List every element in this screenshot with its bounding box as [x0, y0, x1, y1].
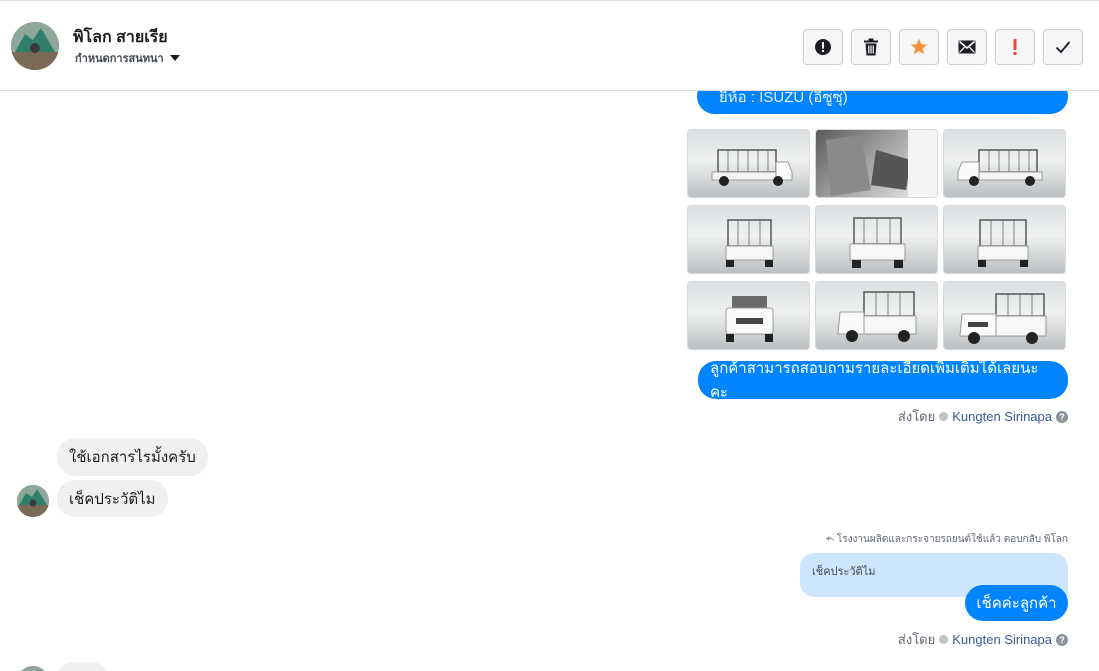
caret-down-icon — [169, 55, 180, 61]
contact-avatar[interactable] — [11, 22, 59, 70]
photo-thumbnail[interactable] — [943, 205, 1066, 274]
truck-side-photo-icon — [957, 149, 1043, 186]
sent-by-label: ส่งโดย — [897, 409, 936, 424]
message-thread[interactable]: ยี่ห้อ : ISUZU (อีซูซุ) ลูกค้าสามารถสอบถ… — [0, 91, 1099, 671]
message-text: เช็คประวัติไม — [69, 490, 156, 508]
truck-front-quarter-photo-icon — [959, 293, 1047, 344]
photo-thumbnail[interactable] — [687, 129, 810, 198]
star-icon — [910, 38, 928, 55]
help-icon[interactable]: ? — [1056, 633, 1068, 646]
avatar-photo-icon — [11, 22, 59, 70]
photo-thumbnail[interactable] — [815, 129, 938, 198]
message-text: ใช้เอกสารไรมั้งครับ — [69, 449, 196, 466]
message-bubble-incoming[interactable] — [57, 662, 107, 671]
agent-status-icon — [939, 635, 949, 644]
avatar-photo-icon — [17, 485, 49, 517]
reply-arrow-icon — [825, 535, 834, 543]
contact-name[interactable]: พิโลก สายเรีย — [73, 25, 168, 50]
truck-rear-photo-icon — [849, 217, 906, 268]
message-text: ยี่ห้อ : ISUZU (อีซูซุ) — [719, 91, 848, 106]
reply-context-text: โรงงานผลิตและกระจายรถยนต์ใช้แล้ว ตอบกลับ… — [836, 534, 1068, 545]
agent-status-icon — [939, 412, 949, 421]
help-icon[interactable]: ? — [1056, 410, 1068, 423]
delete-button[interactable] — [851, 29, 891, 65]
truck-rear-photo-icon — [977, 219, 1029, 267]
message-bubble-incoming[interactable]: เช็คประวัติไม — [57, 480, 168, 517]
message-bubble-outgoing[interactable]: ยี่ห้อ : ISUZU (อีซูซุ) — [697, 91, 1068, 114]
check-icon — [1055, 41, 1071, 54]
photo-thumbnail[interactable] — [943, 129, 1066, 198]
trash-icon — [864, 38, 878, 56]
quoted-text: เช็คประวัติไม — [812, 566, 876, 578]
truck-rear-photo-icon — [725, 219, 774, 267]
mark-unread-button[interactable] — [947, 29, 987, 65]
truck-side-photo-icon — [711, 149, 793, 186]
mark-spam-button[interactable] — [803, 29, 843, 65]
truck-front-photo-icon — [725, 296, 774, 342]
sent-by-info: ส่งโดย Kungten Sirinapa ? — [898, 629, 1068, 650]
truck-front-quarter-photo-icon — [837, 291, 917, 342]
conversation-settings-label: กำหนดการสนทนา — [75, 53, 164, 65]
sent-by-label: ส่งโดย — [897, 632, 936, 647]
message-bubble-incoming[interactable]: ใช้เอกสารไรมั้งครับ — [57, 438, 208, 476]
photo-thumbnail[interactable] — [687, 205, 810, 274]
contact-avatar-small[interactable] — [17, 666, 49, 671]
star-button[interactable] — [899, 29, 939, 65]
photo-thumbnail[interactable] — [943, 281, 1066, 350]
photo-thumbnail[interactable] — [815, 281, 938, 350]
message-bubble-outgoing[interactable]: เช็คค่ะลูกค้า — [965, 585, 1068, 621]
photo-attachment-grid — [687, 129, 1067, 350]
alert-circle-icon — [815, 39, 831, 55]
follow-up-button[interactable] — [995, 29, 1035, 65]
avatar-photo-icon — [17, 666, 49, 671]
exclamation-icon — [1013, 39, 1017, 55]
contact-avatar-small[interactable] — [17, 485, 49, 517]
conversation-header: พิโลก สายเรีย กำหนดการสนทนา — [0, 0, 1099, 91]
message-bubble-outgoing[interactable]: ลูกค้าสามารถสอบถามรายละเอียดเพิ่มเติมได้… — [698, 360, 1068, 401]
photo-thumbnail[interactable] — [815, 205, 938, 274]
truck-interior-photo-icon — [826, 130, 937, 197]
reply-context-note: โรงงานผลิตและกระจายรถยนต์ใช้แล้ว ตอบกลับ… — [825, 532, 1068, 547]
sender-name[interactable]: Kungten Sirinapa — [952, 409, 1052, 424]
conversation-settings-dropdown[interactable]: กำหนดการสนทนา — [75, 49, 180, 67]
message-text: ลูกค้าสามารถสอบถามรายละเอียดเพิ่มเติมได้… — [710, 360, 1039, 401]
message-text: เช็คค่ะลูกค้า — [976, 595, 1057, 612]
sender-name[interactable]: Kungten Sirinapa — [952, 632, 1052, 647]
sent-by-info: ส่งโดย Kungten Sirinapa ? — [898, 406, 1068, 427]
mark-done-button[interactable] — [1043, 29, 1083, 65]
photo-thumbnail[interactable] — [687, 281, 810, 350]
envelope-icon — [958, 40, 976, 54]
